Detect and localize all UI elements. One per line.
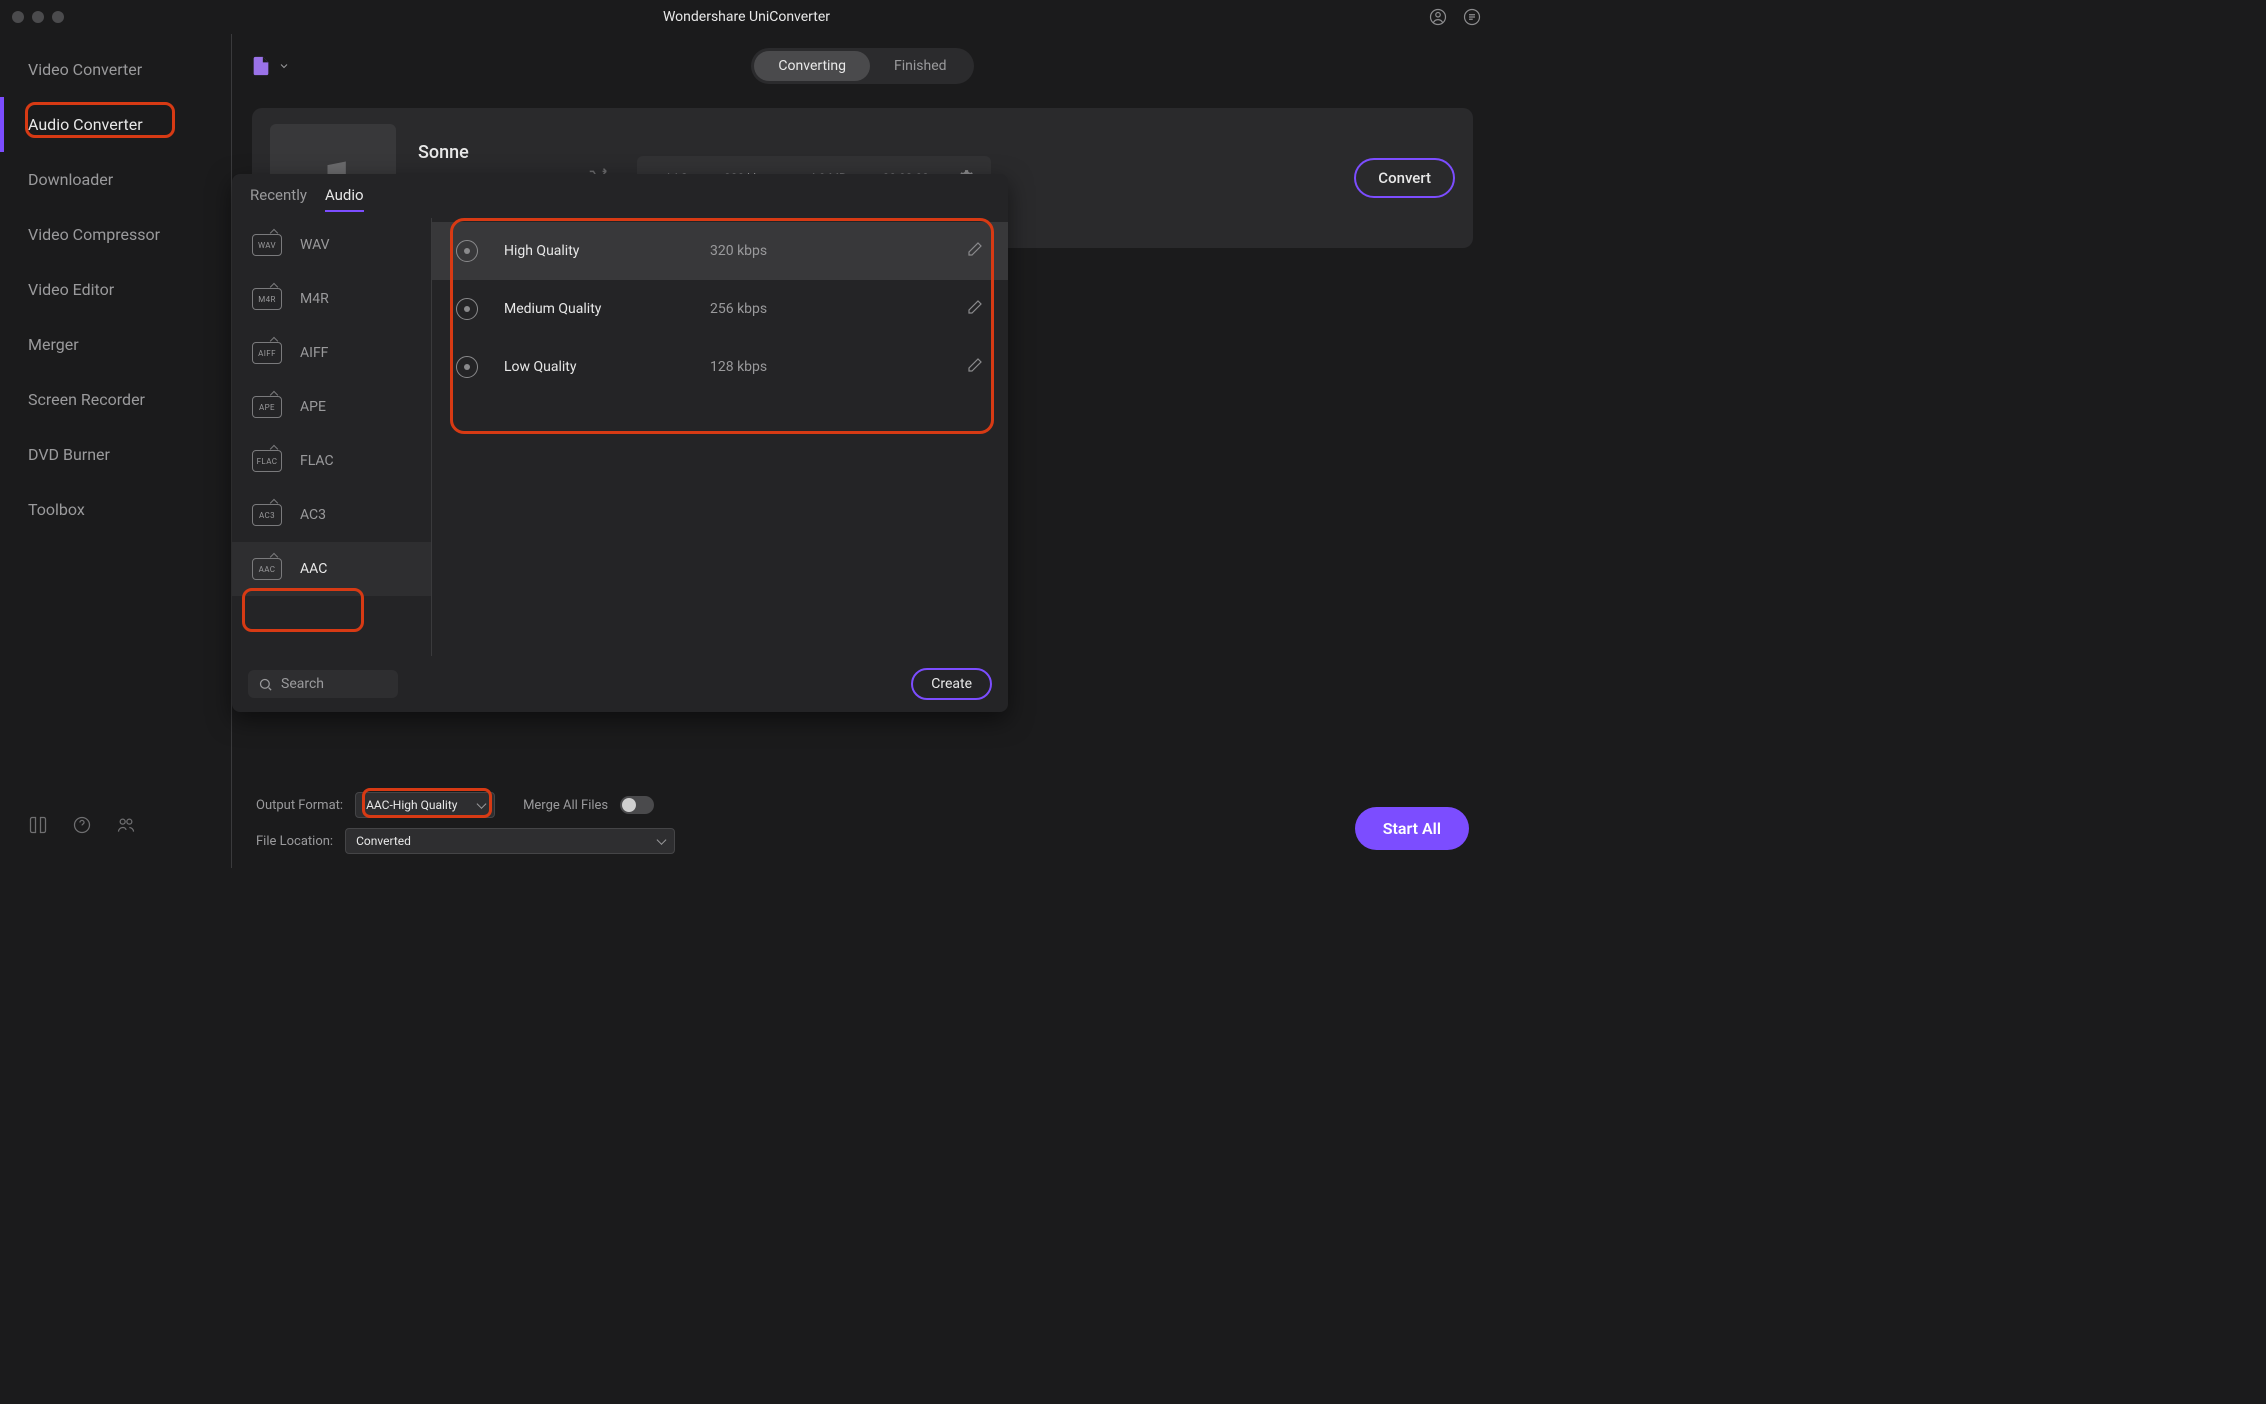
edit-icon[interactable] [966, 356, 984, 378]
sidebar-item-video-compressor[interactable]: Video Compressor [0, 207, 231, 262]
output-format-label: Output Format: [256, 798, 343, 813]
file-location-label: File Location: [256, 834, 333, 849]
convert-button[interactable]: Convert [1354, 158, 1455, 198]
format-ape[interactable]: APEAPE [232, 380, 431, 434]
title-bar: Wondershare UniConverter [0, 0, 1493, 34]
sidebar: Video Converter Audio Converter Download… [0, 34, 232, 868]
content-area: Converting Finished Sonne MP3 320 kbps 4… [232, 34, 1493, 868]
format-m4r[interactable]: M4RM4R [232, 272, 431, 326]
sidebar-item-downloader[interactable]: Downloader [0, 152, 231, 207]
disc-icon [456, 356, 478, 378]
quality-high[interactable]: High Quality 320 kbps [432, 222, 1008, 280]
format-popover: Recently Audio WAVWAV M4RM4R AIFFAIFF AP… [232, 174, 1008, 712]
format-aiff[interactable]: AIFFAIFF [232, 326, 431, 380]
sidebar-item-screen-recorder[interactable]: Screen Recorder [0, 372, 231, 427]
start-all-button[interactable]: Start All [1355, 807, 1469, 850]
format-flac[interactable]: FLACFLAC [232, 434, 431, 488]
merge-label: Merge All Files [523, 798, 608, 813]
format-ac3[interactable]: AC3AC3 [232, 488, 431, 542]
feedback-icon[interactable] [1463, 8, 1481, 26]
community-icon[interactable] [116, 815, 136, 840]
help-icon[interactable] [72, 815, 92, 840]
disc-icon [456, 298, 478, 320]
popover-tab-recently[interactable]: Recently [250, 186, 307, 212]
edit-icon[interactable] [966, 240, 984, 262]
create-button[interactable]: Create [911, 668, 992, 700]
popover-tab-audio[interactable]: Audio [325, 186, 364, 212]
quality-medium[interactable]: Medium Quality 256 kbps [432, 280, 1008, 338]
search-icon [258, 677, 273, 692]
sidebar-item-audio-converter[interactable]: Audio Converter [0, 97, 231, 152]
tab-converting[interactable]: Converting [754, 51, 870, 81]
format-wav[interactable]: WAVWAV [232, 218, 431, 272]
sidebar-item-merger[interactable]: Merger [0, 317, 231, 372]
tab-finished[interactable]: Finished [870, 51, 971, 81]
output-format-select[interactable]: AAC-High Quality [355, 792, 495, 818]
quality-low[interactable]: Low Quality 128 kbps [432, 338, 1008, 396]
search-input[interactable]: Search [248, 670, 398, 698]
sidebar-item-toolbox[interactable]: Toolbox [0, 482, 231, 537]
sidebar-item-video-converter[interactable]: Video Converter [0, 42, 231, 97]
format-aac[interactable]: AACAAC [232, 542, 431, 596]
file-name: Sonne [418, 142, 559, 163]
stage-tabs: Converting Finished [751, 48, 973, 84]
edit-icon[interactable] [966, 298, 984, 320]
chevron-down-icon [278, 60, 290, 72]
account-icon[interactable] [1429, 8, 1447, 26]
sidebar-item-video-editor[interactable]: Video Editor [0, 262, 231, 317]
format-list[interactable]: WAVWAV M4RM4R AIFFAIFF APEAPE FLACFLAC A… [232, 218, 432, 656]
quality-list: High Quality 320 kbps Medium Quality 256… [432, 218, 1008, 656]
merge-toggle[interactable] [620, 796, 654, 814]
app-title: Wondershare UniConverter [0, 9, 1493, 25]
disc-icon [456, 240, 478, 262]
sidebar-item-dvd-burner[interactable]: DVD Burner [0, 427, 231, 482]
guide-icon[interactable] [28, 815, 48, 840]
file-location-select[interactable]: Converted [345, 828, 675, 854]
add-file-button[interactable] [250, 55, 290, 77]
